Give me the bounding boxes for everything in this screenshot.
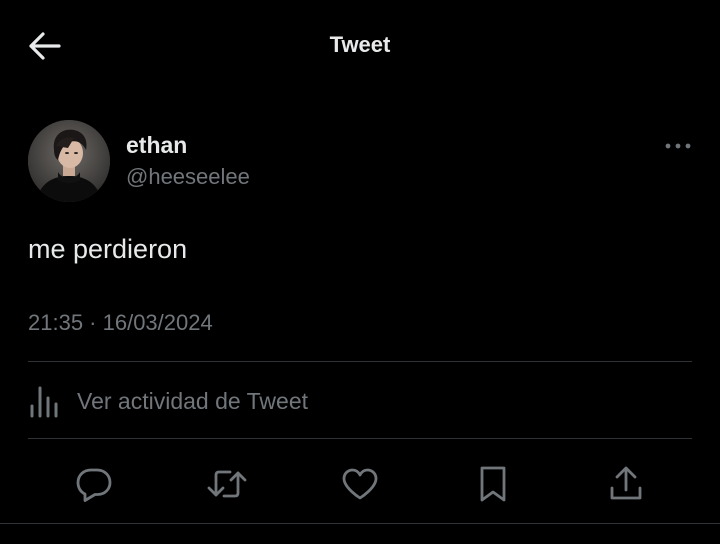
bottom-divider — [0, 523, 720, 524]
avatar[interactable] — [28, 120, 110, 202]
divider — [28, 361, 692, 362]
bookmark-button[interactable] — [471, 462, 515, 506]
analytics-bars-icon — [28, 384, 64, 418]
reply-icon — [76, 468, 112, 502]
retweet-button[interactable] — [205, 462, 249, 506]
like-button[interactable] — [338, 462, 382, 506]
more-options-button[interactable] — [664, 136, 692, 156]
heart-icon — [342, 468, 378, 500]
display-name[interactable]: ethan — [126, 132, 187, 159]
share-icon — [610, 466, 642, 500]
reply-button[interactable] — [72, 462, 116, 506]
view-tweet-activity-link[interactable]: Ver actividad de Tweet — [28, 380, 428, 422]
tweet-timestamp[interactable]: 21:35 · 16/03/2024 — [28, 310, 213, 336]
divider — [28, 438, 692, 439]
header-bar: Tweet — [0, 0, 720, 92]
share-button[interactable] — [604, 462, 648, 506]
tweet-author: ethan @heeseelee — [28, 120, 692, 204]
activity-label: Ver actividad de Tweet — [77, 387, 308, 414]
bookmark-icon — [480, 466, 506, 502]
profile-photo — [28, 120, 110, 202]
retweet-icon — [207, 470, 247, 498]
more-horizontal-icon — [665, 143, 691, 149]
page-title: Tweet — [329, 32, 391, 57]
tweet-text: me perdieron — [28, 234, 188, 264]
user-handle[interactable]: @heeseelee — [126, 164, 250, 190]
tweet-action-bar — [0, 456, 720, 512]
